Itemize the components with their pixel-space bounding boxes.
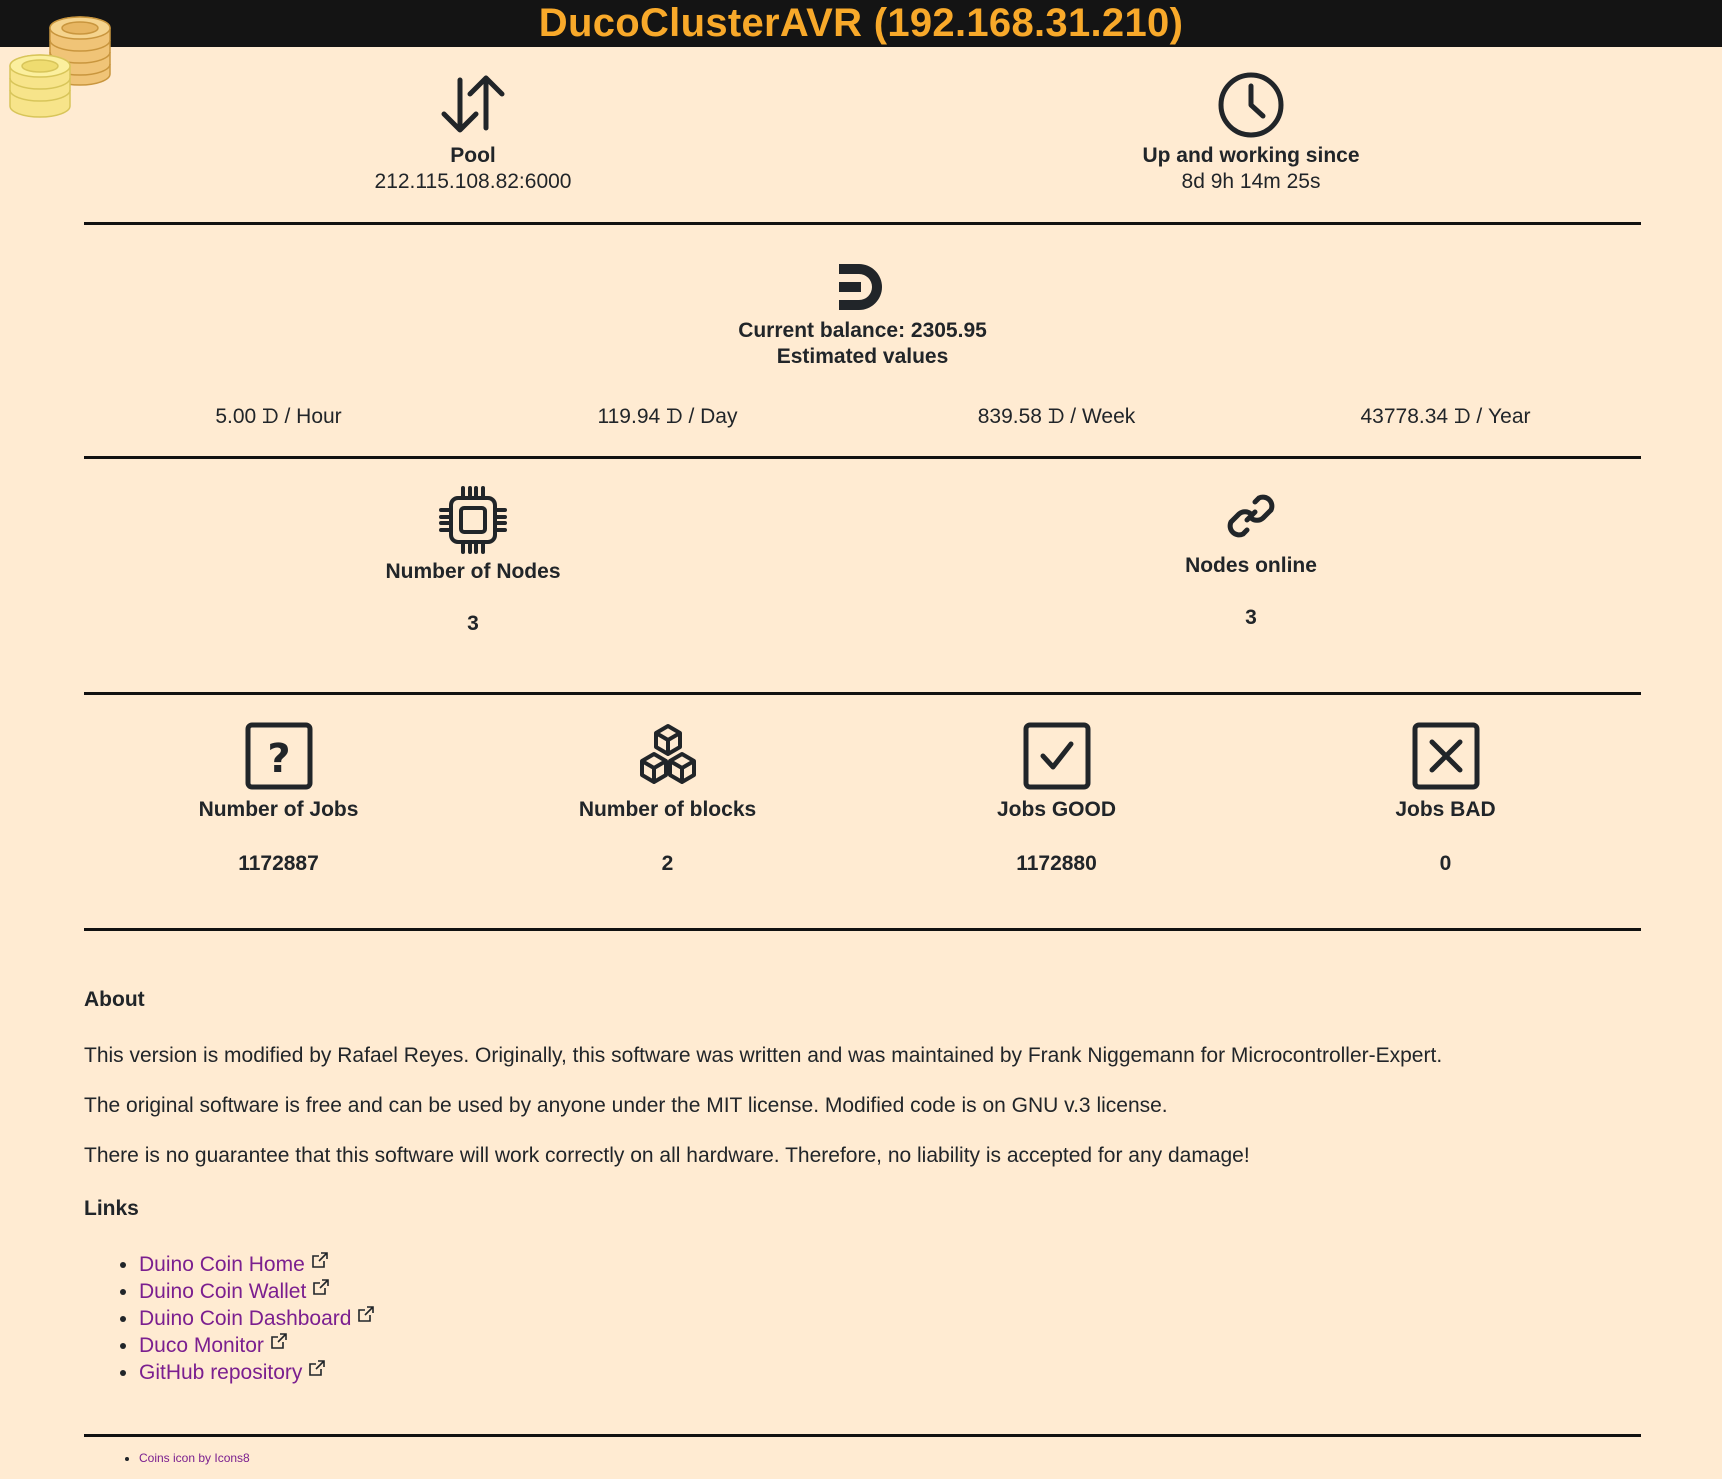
list-item: Duino Coin Wallet <box>139 1278 1641 1305</box>
current-balance: Current balance: 2305.95 <box>738 319 987 342</box>
links-list: Duino Coin Home Duino Coin Wallet Duino … <box>84 1251 1641 1386</box>
duco-symbol-icon: ᗪ <box>262 406 279 428</box>
jobs-good-label: Jobs GOOD <box>996 798 1117 821</box>
list-item: Duino Coin Dashboard <box>139 1305 1641 1332</box>
list-item: GitHub repository <box>139 1359 1641 1386</box>
link-duino-coin-dashboard[interactable]: Duino Coin Dashboard <box>139 1307 351 1330</box>
list-item: Duino Coin Home <box>139 1251 1641 1278</box>
pool-value: 212.115.108.82:6000 <box>374 170 572 193</box>
link-duino-coin-wallet[interactable]: Duino Coin Wallet <box>139 1280 306 1303</box>
link-icon <box>862 490 1640 542</box>
about-paragraph: The original software is free and can be… <box>84 1094 1168 1117</box>
duco-symbol-icon: ᗪ <box>666 406 683 428</box>
icons8-credit-link[interactable]: Coins icon by Icons8 <box>139 1451 250 1465</box>
pool-label: Pool <box>450 144 496 167</box>
links-heading: Links <box>84 1197 139 1220</box>
jobs-good-section: Jobs GOOD 1172880 <box>862 722 1251 876</box>
nodes-online-label: Nodes online <box>1185 554 1317 577</box>
checkbox-checked-icon <box>862 722 1251 790</box>
external-link-icon <box>308 1357 326 1384</box>
uptime-section: Up and working since 8d 9h 14m 25s <box>862 72 1640 194</box>
list-item: Duco Monitor <box>139 1332 1641 1359</box>
divider <box>84 1434 1641 1437</box>
uptime-label: Up and working since <box>1142 144 1360 167</box>
jobs-good-value: 1172880 <box>1016 852 1097 875</box>
link-duco-monitor[interactable]: Duco Monitor <box>139 1334 264 1357</box>
jobs-total-value: 1172887 <box>238 852 319 875</box>
divider <box>84 222 1641 225</box>
page-title: DucoClusterAVR (192.168.31.210) <box>538 1 1184 45</box>
external-link-icon <box>311 1249 329 1276</box>
nodes-count-section: Number of Nodes 3 <box>84 486 862 636</box>
about-paragraph-3-wrap: There is no guarantee that this software… <box>84 1143 1641 1168</box>
nodes-online-section: Nodes online 3 <box>862 490 1640 630</box>
divider <box>84 692 1641 695</box>
jobs-total-section: ? Number of Jobs 1172887 <box>84 722 473 876</box>
about-paragraph-1-wrap: This version is modified by Rafael Reyes… <box>84 1043 1641 1068</box>
link-github-repository[interactable]: GitHub repository <box>139 1361 302 1384</box>
divider <box>84 456 1641 459</box>
cpu-chip-icon <box>84 486 862 554</box>
jobs-bad-label: Jobs BAD <box>1395 798 1496 821</box>
jobs-bad-section: Jobs BAD 0 <box>1251 722 1640 876</box>
coins-logo-icon <box>8 8 118 118</box>
close-box-icon <box>1251 722 1640 790</box>
question-box-icon: ? <box>84 722 473 790</box>
list-item: Coins icon by Icons8 <box>139 1451 1641 1465</box>
pool-section: Pool 212.115.108.82:6000 <box>84 72 862 194</box>
estimated-values-label: Estimated values <box>776 345 949 368</box>
jobs-total-label: Number of Jobs <box>198 798 359 821</box>
estimate-year: 43778.34 ᗪ / Year <box>1360 405 1531 428</box>
swap-arrows-icon <box>84 72 862 136</box>
about-paragraph: There is no guarantee that this software… <box>84 1144 1250 1167</box>
duco-logo-icon <box>84 262 1641 312</box>
duco-symbol-icon: ᗪ <box>1453 406 1471 428</box>
duco-symbol-icon: ᗪ <box>1047 406 1065 428</box>
about-section: About <box>84 988 1641 1012</box>
about-heading: About <box>84 988 145 1011</box>
uptime-value: 8d 9h 14m 25s <box>1181 170 1321 193</box>
balance-section: Current balance: 2305.95 Estimated value… <box>84 262 1641 369</box>
footer: Coins icon by Icons8 <box>84 1451 1641 1465</box>
divider <box>84 928 1641 931</box>
cubes-icon <box>473 722 862 790</box>
estimate-hour: 5.00 ᗪ / Hour <box>215 405 342 428</box>
about-paragraph-2-wrap: The original software is free and can be… <box>84 1093 1641 1118</box>
svg-text:?: ? <box>267 736 290 782</box>
external-link-icon <box>270 1330 288 1357</box>
nodes-count-label: Number of Nodes <box>385 560 561 583</box>
about-paragraph: This version is modified by Rafael Reyes… <box>84 1044 1443 1067</box>
blocks-label: Number of blocks <box>578 798 757 821</box>
estimate-week: 839.58 ᗪ / Week <box>977 405 1136 428</box>
nodes-count-value: 3 <box>467 612 479 635</box>
links-section: Links <box>84 1197 1641 1221</box>
estimate-day: 119.94 ᗪ / Day <box>597 405 738 428</box>
blocks-value: 2 <box>661 852 674 875</box>
nodes-online-value: 3 <box>1245 606 1257 629</box>
jobs-bad-value: 0 <box>1439 852 1452 875</box>
header-bar: DucoClusterAVR (192.168.31.210) <box>0 0 1722 47</box>
clock-icon <box>862 72 1640 138</box>
blocks-section: Number of blocks 2 <box>473 722 862 876</box>
external-link-icon <box>357 1303 375 1330</box>
external-link-icon <box>312 1276 330 1303</box>
link-duino-coin-home[interactable]: Duino Coin Home <box>139 1253 305 1276</box>
